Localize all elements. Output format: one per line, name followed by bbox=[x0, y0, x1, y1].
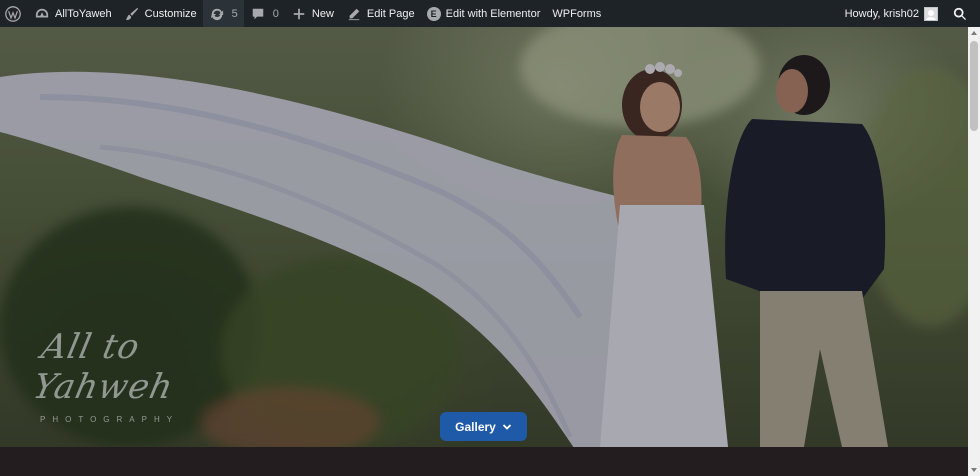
my-account-link[interactable]: Howdy, krish02 bbox=[839, 0, 944, 27]
customize-label: Customize bbox=[144, 7, 197, 20]
site-name-label: AllToYaweh bbox=[55, 7, 112, 20]
dashboard-icon bbox=[34, 6, 50, 22]
comments-link[interactable]: 0 bbox=[244, 0, 285, 27]
new-content-link[interactable]: New bbox=[285, 0, 340, 27]
scroll-down-arrow[interactable] bbox=[968, 464, 980, 476]
hero-section: All to Yahweh PHOTOGRAPHY bbox=[0, 27, 968, 447]
gallery-button[interactable]: Gallery bbox=[440, 412, 527, 441]
wpforms-link[interactable]: WPForms bbox=[546, 0, 607, 27]
updates-count: 5 bbox=[231, 7, 238, 20]
next-section-band bbox=[0, 447, 968, 476]
edit-elementor-link[interactable]: E Edit with Elementor bbox=[421, 0, 547, 27]
comments-count: 0 bbox=[272, 7, 279, 20]
plus-icon bbox=[291, 6, 307, 22]
wordpress-menu[interactable] bbox=[0, 0, 28, 27]
wordpress-icon bbox=[4, 5, 22, 23]
customize-link[interactable]: Customize bbox=[118, 0, 203, 27]
edit-elementor-label: Edit with Elementor bbox=[445, 7, 541, 20]
avatar bbox=[924, 6, 938, 21]
search-button[interactable] bbox=[944, 0, 980, 27]
howdy-label: Howdy, krish02 bbox=[844, 7, 919, 20]
gallery-button-label: Gallery bbox=[455, 419, 496, 434]
refresh-icon bbox=[209, 6, 225, 22]
edit-page-link[interactable]: Edit Page bbox=[340, 0, 421, 27]
brush-icon bbox=[124, 6, 140, 22]
admin-bar: AllToYaweh Customize 5 0 New Edit Page E… bbox=[0, 0, 980, 27]
brand-watermark-logo: All to Yahweh PHOTOGRAPHY bbox=[29, 327, 238, 424]
logo-subtitle: PHOTOGRAPHY bbox=[40, 415, 180, 424]
updates-link[interactable]: 5 bbox=[202, 0, 244, 27]
scroll-thumb[interactable] bbox=[970, 41, 978, 131]
new-label: New bbox=[311, 7, 334, 20]
elementor-icon: E bbox=[426, 6, 441, 21]
scroll-up-arrow[interactable] bbox=[968, 27, 980, 39]
site-name-link[interactable]: AllToYaweh bbox=[28, 0, 118, 27]
search-icon bbox=[952, 6, 968, 22]
page-scrollbar[interactable] bbox=[968, 27, 980, 476]
logo-script-text: All to Yahweh bbox=[29, 327, 178, 407]
pencil-icon bbox=[346, 6, 362, 22]
chevron-down-icon bbox=[502, 423, 511, 430]
comment-icon bbox=[250, 6, 266, 22]
edit-page-label: Edit Page bbox=[366, 7, 415, 20]
wpforms-label: WPForms bbox=[552, 7, 602, 20]
